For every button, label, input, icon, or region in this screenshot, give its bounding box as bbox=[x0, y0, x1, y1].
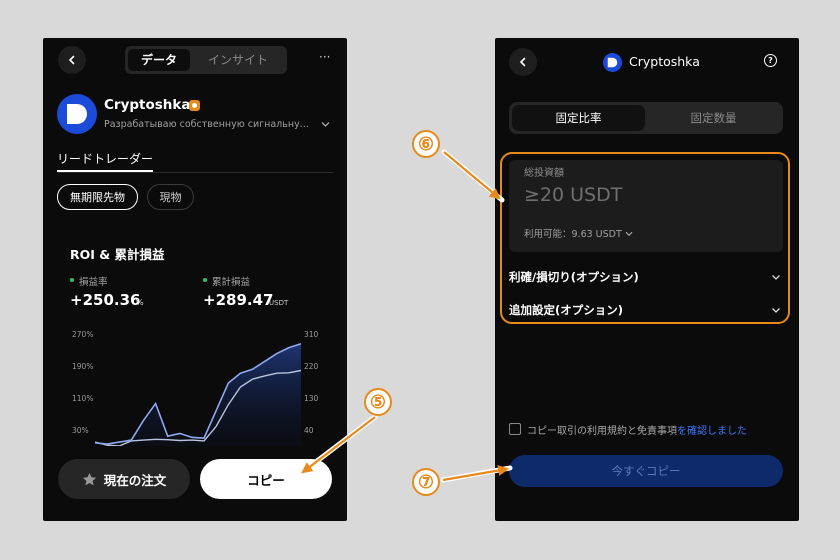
more-menu-button[interactable]: ··· bbox=[319, 50, 330, 64]
roi-title: ROI & 累計損益 bbox=[70, 247, 165, 262]
back-button[interactable] bbox=[58, 46, 86, 74]
filter-perpetual-futures[interactable]: 無期限先物 bbox=[57, 184, 138, 210]
y-right-tick: 310 bbox=[304, 330, 319, 339]
pnl-label: 累計損益 bbox=[212, 277, 251, 288]
roi-rate-unit: % bbox=[136, 298, 144, 307]
chevron-left-icon bbox=[68, 55, 75, 65]
tab-data[interactable]: データ bbox=[128, 49, 190, 71]
divider bbox=[57, 172, 333, 173]
tab-fixed-amount[interactable]: 固定数量 bbox=[647, 105, 780, 131]
roi-chart bbox=[95, 342, 301, 446]
y-left-tick: 110% bbox=[72, 394, 94, 403]
y-right-tick: 130 bbox=[304, 394, 319, 403]
view-tabs: データ インサイト bbox=[125, 46, 287, 74]
roi-rate-label: 損益率 bbox=[79, 277, 108, 288]
chevron-down-icon[interactable] bbox=[321, 121, 330, 128]
copy-trader-profile-screen: データ インサイト ··· Cryptoshka Разрабатываю со… bbox=[43, 38, 347, 521]
pnl-dot bbox=[203, 278, 207, 282]
y-left-tick: 270% bbox=[72, 330, 94, 339]
y-left-tick: 190% bbox=[72, 362, 94, 371]
tab-lead-trader[interactable]: リードトレーダー bbox=[57, 150, 153, 167]
highlight-box bbox=[500, 152, 790, 324]
trader-logo-icon bbox=[603, 53, 622, 72]
agreement-terms: コピー取引の利用規約と免責事項 bbox=[527, 426, 677, 437]
roi-area bbox=[95, 343, 301, 446]
agreement-checkbox[interactable] bbox=[509, 423, 521, 435]
mode-tabs: 固定比率 固定数量 bbox=[509, 102, 783, 134]
trader-logo-icon bbox=[57, 94, 97, 134]
y-right-tick: 40 bbox=[304, 426, 314, 435]
trader-description: Разрабатываю собственную сигнальну... bbox=[104, 119, 309, 130]
annotation-step-6: ⑥ bbox=[412, 130, 440, 158]
pnl-unit: USDT bbox=[269, 299, 289, 307]
screen-title: Cryptoshka bbox=[629, 54, 700, 69]
rate-dot bbox=[70, 278, 74, 282]
copy-button[interactable]: コピー bbox=[200, 459, 332, 499]
annotation-step-5: ⑤ bbox=[364, 388, 392, 416]
roi-rate-value: +250.36 bbox=[70, 291, 141, 309]
current-orders-label: 現在の注文 bbox=[103, 472, 167, 488]
arrow-to-settings-box bbox=[441, 149, 505, 203]
y-right-tick: 220 bbox=[304, 362, 319, 371]
tab-fixed-ratio[interactable]: 固定比率 bbox=[512, 105, 645, 131]
agreement-link[interactable]: を確認しました bbox=[677, 426, 747, 437]
current-orders-button[interactable]: 現在の注文 bbox=[58, 459, 190, 499]
help-icon[interactable]: ? bbox=[764, 54, 777, 67]
back-button[interactable] bbox=[509, 48, 537, 76]
trader-avatar bbox=[57, 94, 97, 138]
chevron-left-icon bbox=[519, 57, 526, 67]
pnl-value: +289.47 bbox=[203, 291, 274, 309]
y-left-tick: 30% bbox=[72, 426, 89, 435]
star-icon bbox=[82, 472, 96, 485]
filter-spot[interactable]: 現物 bbox=[147, 184, 194, 210]
verified-badge-icon bbox=[189, 100, 200, 111]
tab-insight[interactable]: インサイト bbox=[193, 49, 283, 71]
trader-name: Cryptoshka bbox=[104, 97, 191, 113]
agreement-text: コピー取引の利用規約と免責事項を確認しました bbox=[527, 422, 747, 437]
annotation-step-7: ⑦ bbox=[412, 468, 440, 496]
copy-now-button[interactable]: 今すぐコピー bbox=[509, 455, 783, 487]
